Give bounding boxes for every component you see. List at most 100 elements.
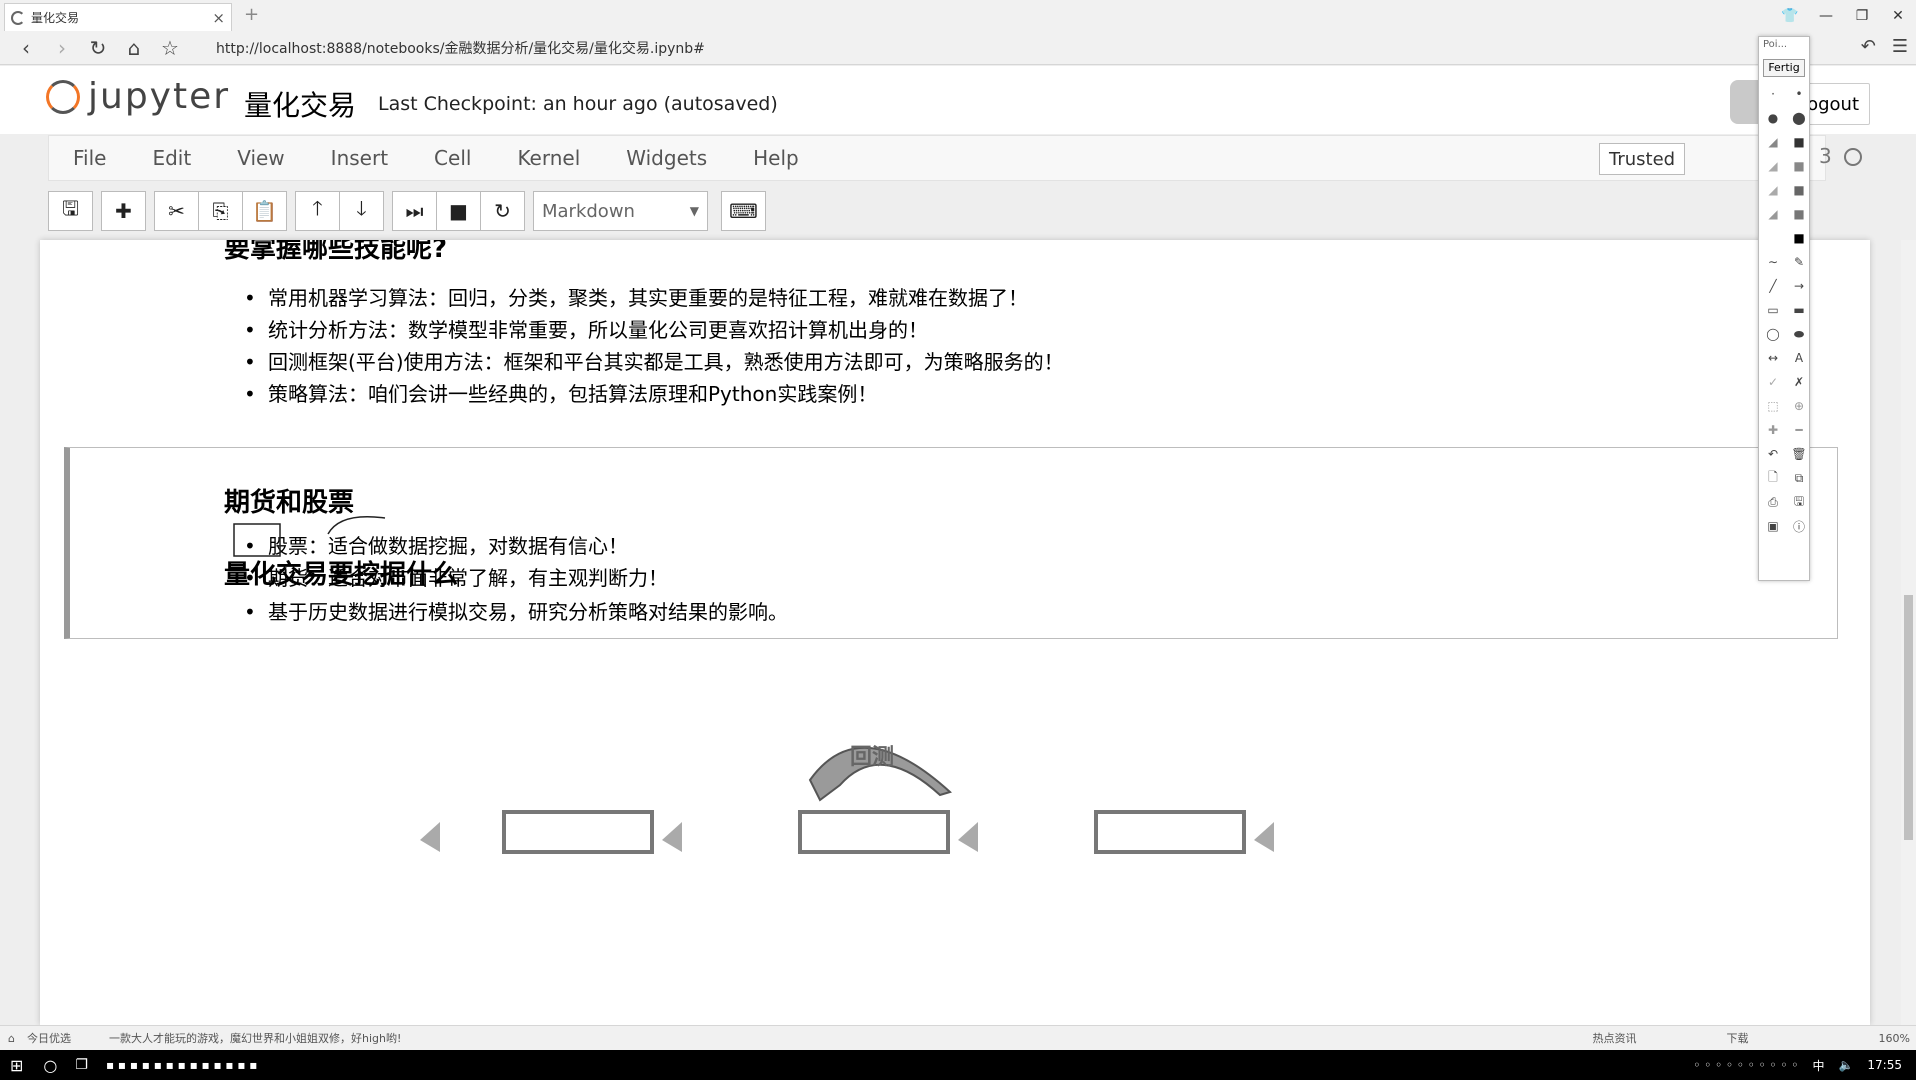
shade-2-icon[interactable]: ◢: [1761, 155, 1785, 177]
save-button[interactable]: 🖫: [48, 191, 93, 231]
dot-medium-icon[interactable]: •: [1787, 83, 1811, 105]
close-tab-icon[interactable]: ×: [212, 9, 225, 27]
menu-file[interactable]: File: [49, 146, 129, 170]
undo-icon[interactable]: ↶: [1861, 36, 1876, 57]
copy-button[interactable]: ⎘: [198, 191, 243, 231]
print-icon[interactable]: ⎙: [1761, 491, 1785, 513]
crop-icon[interactable]: ⬚: [1761, 395, 1785, 417]
cell-type-select[interactable]: Markdown ▼: [533, 191, 708, 231]
statusbar-left-label[interactable]: 今日优选: [27, 1030, 71, 1046]
cross-icon[interactable]: ✗: [1787, 371, 1811, 393]
star-icon[interactable]: ☆: [152, 36, 188, 60]
ellipse-filled-icon[interactable]: ⬬: [1787, 323, 1811, 345]
windows-start-icon[interactable]: ⊞: [10, 1056, 23, 1075]
page-scrollbar[interactable]: [1901, 240, 1916, 1025]
reload-icon[interactable]: ↻: [80, 36, 116, 60]
run-button[interactable]: ⏭: [392, 191, 437, 231]
download-label[interactable]: 下载: [1727, 1030, 1749, 1046]
recommend-icon: ⌂: [8, 1031, 15, 1045]
swatch-gray-icon[interactable]: ■: [1787, 155, 1811, 177]
arrow-icon[interactable]: →: [1787, 275, 1811, 297]
news-label[interactable]: 热点资讯: [1593, 1030, 1637, 1046]
shirt-icon[interactable]: 👕: [1772, 8, 1808, 24]
notebook-name[interactable]: 量化交易: [244, 84, 356, 124]
swatch-black-icon[interactable]: ■: [1787, 227, 1811, 249]
paste-button[interactable]: 📋: [242, 191, 287, 231]
copy-page-icon[interactable]: ⧉: [1787, 467, 1811, 489]
diagram-box-middle: [798, 810, 950, 854]
ime-indicator[interactable]: 中: [1812, 1057, 1824, 1074]
plus-tool-icon[interactable]: ✚: [1761, 419, 1785, 441]
forward-icon[interactable]: ›: [44, 36, 80, 60]
menu-icon[interactable]: ☰: [1892, 36, 1908, 57]
interrupt-button[interactable]: ■: [436, 191, 481, 231]
statusbar-ad[interactable]: 一款大人才能玩的游戏，魔幻世界和小姐姐双修，好high哟!: [109, 1030, 401, 1046]
home-icon[interactable]: ⌂: [116, 36, 152, 60]
rect-outline-icon[interactable]: ▭: [1761, 299, 1785, 321]
url-field[interactable]: http://localhost:8888/notebooks/金融数据分析/量…: [216, 38, 705, 58]
swatch-white-icon[interactable]: ■: [1761, 227, 1785, 249]
swatch-mid-icon[interactable]: ■: [1787, 179, 1811, 201]
command-palette-button[interactable]: ⌨: [721, 191, 766, 231]
save-icon: 🖫: [61, 196, 80, 220]
menu-kernel[interactable]: Kernel: [494, 146, 603, 170]
move-up-button[interactable]: 🡑: [295, 191, 340, 231]
swatch-dim-icon[interactable]: ■: [1787, 203, 1811, 225]
search-icon[interactable]: ○: [43, 1056, 57, 1075]
kernel-name: 3: [1819, 144, 1832, 168]
back-icon[interactable]: ‹: [8, 36, 44, 60]
new-tab-button[interactable]: +: [244, 4, 259, 25]
rect-filled-icon[interactable]: ▬: [1787, 299, 1811, 321]
ellipse-outline-icon[interactable]: ◯: [1761, 323, 1785, 345]
close-window-button[interactable]: ✕: [1880, 8, 1916, 24]
zoom-icon[interactable]: ⊕: [1787, 395, 1811, 417]
menu-edit[interactable]: Edit: [129, 146, 214, 170]
task-view-icon[interactable]: ❐: [75, 1057, 88, 1073]
dot-large-icon[interactable]: ●: [1761, 107, 1785, 129]
minus-tool-icon[interactable]: ━: [1787, 419, 1811, 441]
shade-3-icon[interactable]: ◢: [1761, 179, 1785, 201]
jupyter-logo[interactable]: jupyter: [46, 76, 230, 117]
shade-1-icon[interactable]: ◢: [1761, 131, 1785, 153]
palette-done-button[interactable]: Fertig: [1763, 59, 1805, 77]
freehand-icon[interactable]: ∼: [1761, 251, 1785, 273]
palette-header: Poi...: [1763, 39, 1788, 50]
trash-icon[interactable]: 🗑: [1787, 443, 1811, 465]
diagram-arrow-3: [958, 822, 978, 852]
swatch-dark-icon[interactable]: ■: [1787, 131, 1811, 153]
move-down-button[interactable]: 🡓: [339, 191, 384, 231]
undo-tool-icon[interactable]: ↶: [1761, 443, 1785, 465]
zoom-level[interactable]: 160%: [1879, 1032, 1910, 1045]
restart-button[interactable]: ↻: [480, 191, 525, 231]
double-arrow-icon[interactable]: ↔: [1761, 347, 1785, 369]
check-icon[interactable]: ✓: [1761, 371, 1785, 393]
clock[interactable]: 17:55: [1867, 1058, 1902, 1072]
dot-small-icon[interactable]: ·: [1761, 83, 1785, 105]
scrollbar-thumb[interactable]: [1904, 595, 1913, 840]
menu-widgets[interactable]: Widgets: [603, 146, 730, 170]
insert-cell-button[interactable]: ✚: [101, 191, 146, 231]
new-page-icon[interactable]: 🗋: [1761, 467, 1785, 489]
pencil-icon[interactable]: ✎: [1787, 251, 1811, 273]
cut-button[interactable]: ✂: [154, 191, 199, 231]
browser-tab[interactable]: 量化交易 ×: [4, 3, 232, 31]
shade-4-icon[interactable]: ◢: [1761, 203, 1785, 225]
text-tool-icon[interactable]: A: [1787, 347, 1811, 369]
menu-cell[interactable]: Cell: [411, 146, 494, 170]
screen-icon[interactable]: ▣: [1761, 515, 1785, 537]
tray-icons: ◦ ◦ ◦ ◦ ◦ ◦ ◦ ◦ ◦ ◦: [1693, 1058, 1799, 1072]
restore-button[interactable]: ❐: [1844, 8, 1880, 24]
menu-help[interactable]: Help: [730, 146, 822, 170]
minimize-button[interactable]: —: [1808, 8, 1844, 24]
drawing-palette: Poi... Fertig · • ● ⬤ ◢ ■ ◢ ■ ◢ ■ ◢ ■ ■ …: [1758, 36, 1810, 581]
info-icon[interactable]: ⓘ: [1787, 515, 1811, 537]
speaker-icon[interactable]: 🔈: [1838, 1058, 1853, 1072]
dot-xlarge-icon[interactable]: ⬤: [1787, 107, 1811, 129]
chevron-down-icon: ▼: [689, 204, 699, 218]
line-icon[interactable]: ╱: [1761, 275, 1785, 297]
plus-icon: ✚: [115, 199, 132, 223]
menu-view[interactable]: View: [214, 146, 307, 170]
trusted-badge[interactable]: Trusted: [1599, 143, 1686, 175]
save-tool-icon[interactable]: 🖫: [1787, 491, 1811, 513]
menu-insert[interactable]: Insert: [308, 146, 411, 170]
